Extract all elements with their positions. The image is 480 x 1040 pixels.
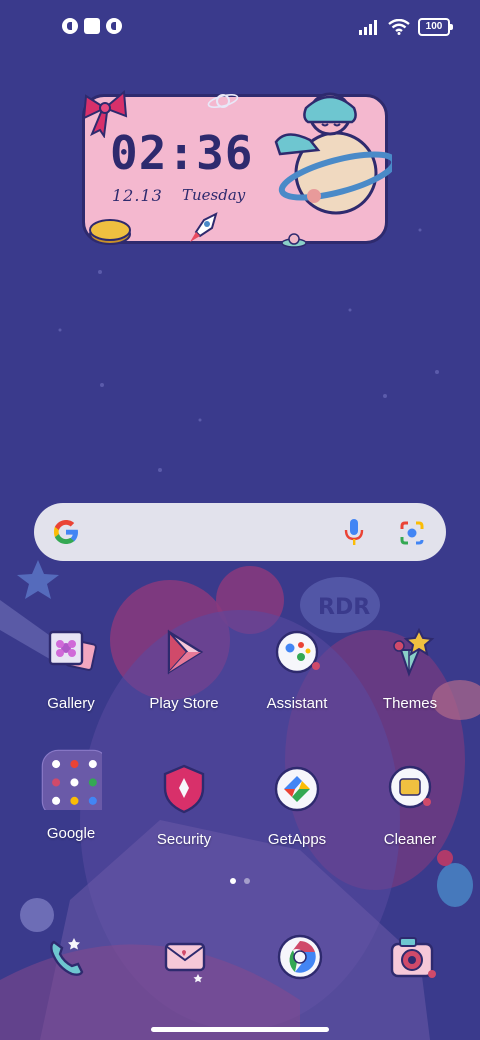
app-label: Cleaner <box>383 831 437 848</box>
status-bar: 100 <box>0 14 480 42</box>
getapps-icon <box>274 766 320 812</box>
ufo-icon <box>281 233 307 248</box>
signal-icon <box>359 20 377 35</box>
wifi-icon <box>388 19 410 35</box>
app-cleaner[interactable]: Cleaner <box>355 762 465 848</box>
voice-search-icon[interactable] <box>340 517 368 547</box>
rocket-icon <box>190 212 218 242</box>
app-getapps[interactable]: GetApps <box>242 762 352 848</box>
saturn-icon <box>207 94 239 108</box>
app-label: Assistant <box>266 695 328 712</box>
clock-date: 12.13 <box>112 186 163 205</box>
app-gallery[interactable]: Gallery <box>16 626 126 712</box>
svg-text:RDR: RDR <box>318 595 370 620</box>
folder-icon <box>41 749 110 818</box>
coin-icon <box>89 219 131 245</box>
page-indicator[interactable] <box>0 878 480 884</box>
page-dot <box>230 878 236 884</box>
app-assistant[interactable]: Assistant <box>242 626 352 712</box>
page-dot <box>244 878 250 884</box>
app-notification-icon <box>84 18 100 34</box>
app-label: Play Store <box>149 695 219 712</box>
google-lens-icon[interactable] <box>398 519 426 547</box>
camera-icon[interactable] <box>386 930 440 984</box>
google-logo-icon <box>54 520 78 544</box>
app-notification-icon <box>62 18 78 34</box>
gesture-home-bar[interactable] <box>151 1027 329 1032</box>
notification-icons <box>62 18 122 34</box>
shield-icon <box>163 764 205 814</box>
app-label: Google <box>46 825 96 842</box>
clock-widget[interactable]: 02:36 12.13 Tuesday <box>80 88 392 252</box>
gallery-icon <box>48 630 97 671</box>
play-store-icon <box>167 629 204 675</box>
clock-time: 02:36 <box>110 126 254 180</box>
google-search-bar[interactable] <box>34 503 446 561</box>
cleaner-icon <box>388 765 432 809</box>
browser-icon[interactable] <box>273 930 327 984</box>
app-label: Gallery <box>47 695 95 712</box>
themes-icon <box>393 627 435 677</box>
app-folder-google[interactable]: Google <box>16 749 126 842</box>
app-label: GetApps <box>267 831 327 848</box>
battery-icon: 100 <box>418 18 453 36</box>
app-play-store[interactable]: Play Store <box>129 626 239 712</box>
astronaut-planet-illustration <box>274 92 392 215</box>
app-themes[interactable]: Themes <box>355 626 465 712</box>
app-notification-icon <box>106 18 122 34</box>
assistant-icon <box>275 630 320 674</box>
app-label: Security <box>156 831 212 848</box>
clock-day: Tuesday <box>182 186 246 204</box>
app-label: Themes <box>382 695 438 712</box>
messages-icon[interactable] <box>160 930 214 984</box>
phone-icon[interactable] <box>40 930 94 984</box>
app-security[interactable]: Security <box>129 762 239 848</box>
